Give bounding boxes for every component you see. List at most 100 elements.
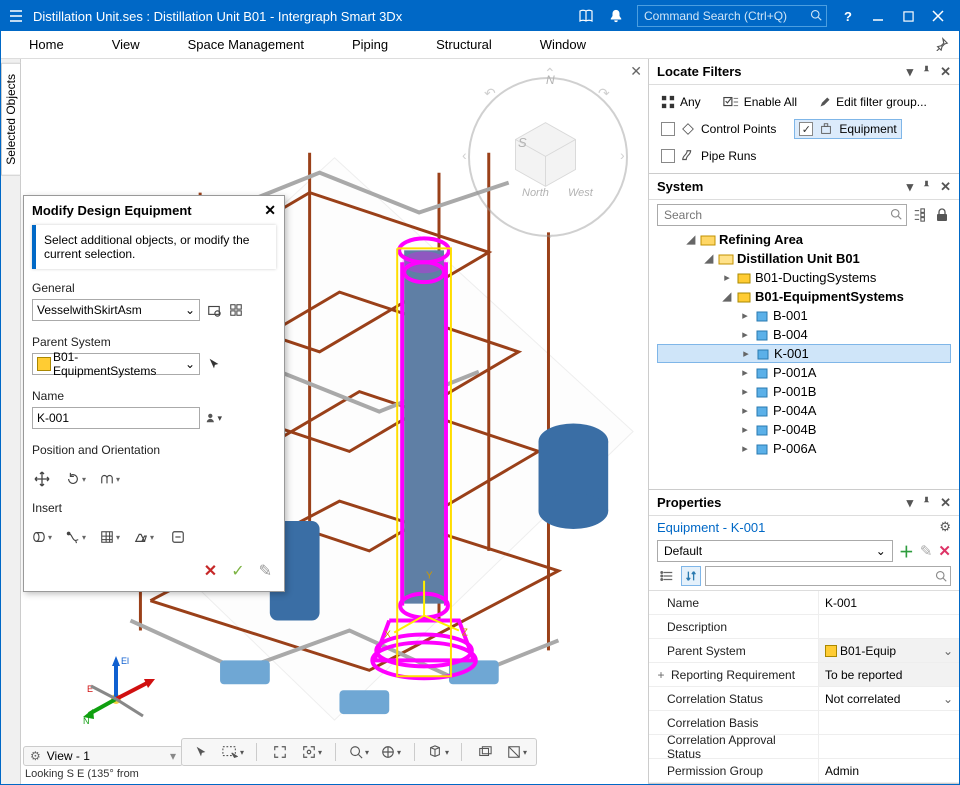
panel-close-icon[interactable]: ✕ <box>940 179 951 195</box>
menu-window[interactable]: Window <box>516 33 610 56</box>
clip-icon[interactable] <box>474 741 496 763</box>
tree-node-distillation-unit[interactable]: ◢Distillation Unit B01 <box>657 249 951 268</box>
system-tree[interactable]: ◢Refining Area ◢Distillation Unit B01 ▸B… <box>657 230 951 485</box>
insert-foundation-icon[interactable]: ▾ <box>134 527 154 547</box>
grid-icon[interactable] <box>228 302 244 318</box>
viewport[interactable]: ✕ <box>21 59 649 784</box>
command-search-input[interactable] <box>644 9 804 23</box>
filter-control-points[interactable]: Control Points <box>657 120 780 138</box>
command-search[interactable] <box>637 5 827 27</box>
parent-system-select[interactable]: B01-EquipmentSystems⌄ <box>32 353 200 375</box>
menu-space-management[interactable]: Space Management <box>164 33 328 56</box>
edit-filter-group-button[interactable]: Edit filter group... <box>815 93 931 111</box>
delete-property-button[interactable]: ✕ <box>938 542 951 560</box>
help-icon[interactable]: ? <box>835 3 861 29</box>
tree-node-equipment-systems[interactable]: ◢B01-EquipmentSystems <box>657 287 951 306</box>
prop-row-correlation-approval[interactable]: Correlation Approval Status <box>649 735 959 759</box>
axis-gizmo: El E N <box>81 654 161 724</box>
select-tool-icon[interactable] <box>190 741 212 763</box>
tree-node-b-004[interactable]: ▸B-004 <box>657 325 951 344</box>
edit-property-button[interactable]: ✎ <box>920 542 933 560</box>
enable-all-button[interactable]: Enable All <box>719 93 801 111</box>
panel-close-icon[interactable]: ✕ <box>940 495 951 511</box>
prop-row-description[interactable]: Description <box>649 615 959 639</box>
tree-node-p-001a[interactable]: ▸P-001A <box>657 363 951 382</box>
panel-menu-icon[interactable]: ▾ <box>907 64 914 80</box>
name-input[interactable] <box>37 411 195 425</box>
system-search-input[interactable] <box>657 204 907 226</box>
panel-pin-icon[interactable] <box>921 495 932 511</box>
menu-home[interactable]: Home <box>11 33 88 56</box>
close-button[interactable] <box>925 3 951 29</box>
browse-assembly-icon[interactable] <box>206 302 222 318</box>
panel-pin-icon[interactable] <box>921 179 932 195</box>
move-icon[interactable] <box>32 469 52 489</box>
panel-pin-icon[interactable] <box>921 64 932 80</box>
panel-menu-icon[interactable]: ▾ <box>907 179 914 195</box>
filter-equipment[interactable]: Equipment <box>794 119 901 139</box>
panel-menu-icon[interactable]: ▾ <box>907 495 914 511</box>
modify-panel-close-icon[interactable]: ✕ <box>264 202 276 219</box>
menu-structural[interactable]: Structural <box>412 33 516 56</box>
book-icon[interactable] <box>573 3 599 29</box>
cancel-button[interactable]: ✕ <box>204 561 217 581</box>
panel-close-icon[interactable]: ✕ <box>940 64 951 80</box>
mate-icon[interactable]: ▾ <box>100 469 120 489</box>
view-selector[interactable]: ⚙ View - 1 ▾ <box>23 746 183 766</box>
edit-continue-button[interactable]: ✎ <box>259 561 272 581</box>
prop-row-correlation-basis[interactable]: Correlation Basis <box>649 711 959 735</box>
app-menu-icon[interactable] <box>7 7 25 25</box>
viewport-close-icon[interactable]: ✕ <box>630 63 642 80</box>
edit-filter-group-label: Edit filter group... <box>836 95 927 109</box>
maximize-button[interactable] <box>895 3 921 29</box>
tree-node-p-004a[interactable]: ▸P-004A <box>657 401 951 420</box>
insert-shape-icon[interactable]: ▾ <box>32 527 52 547</box>
minimize-button[interactable] <box>865 3 891 29</box>
orbit-icon[interactable]: ▾ <box>380 741 402 763</box>
insert-nozzle-icon[interactable]: ▾ <box>66 527 86 547</box>
tab-selected-objects[interactable]: Selected Objects <box>1 63 21 176</box>
zoom-icon[interactable]: ▾ <box>348 741 370 763</box>
pick-parent-icon[interactable] <box>206 356 222 372</box>
fit-icon[interactable] <box>269 741 291 763</box>
tree-node-p-001b[interactable]: ▸P-001B <box>657 382 951 401</box>
properties-filter-input[interactable] <box>705 566 951 586</box>
tree-node-p-004b[interactable]: ▸P-004B <box>657 420 951 439</box>
gear-icon[interactable]: ⚙ <box>30 749 41 763</box>
rotate-icon[interactable]: ▾ <box>66 469 86 489</box>
prop-row-parent-system[interactable]: Parent SystemB01-Equip <box>649 639 959 663</box>
accept-button[interactable]: ✓ <box>231 561 244 581</box>
add-property-button[interactable]: ＋ <box>899 541 914 562</box>
prop-row-permission-group[interactable]: Permission GroupAdmin <box>649 759 959 783</box>
assembly-select[interactable]: VesselwithSkirtAsm⌄ <box>32 299 200 321</box>
name-user-icon[interactable]: ▾ <box>206 410 222 426</box>
insert-table-icon[interactable]: ▾ <box>100 527 120 547</box>
filter-any-button[interactable]: Any <box>657 93 705 111</box>
props-list-icon[interactable] <box>657 566 677 586</box>
fit-target-icon[interactable]: ▾ <box>301 741 323 763</box>
insert-more-icon[interactable] <box>168 527 188 547</box>
display-style-icon[interactable]: ▾ <box>427 741 449 763</box>
filter-pipe-runs[interactable]: Pipe Runs <box>657 147 760 165</box>
tree-filter-icon[interactable] <box>911 206 929 224</box>
tree-node-ducting-systems[interactable]: ▸B01-DuctingSystems <box>657 268 951 287</box>
properties-view-select[interactable]: Default⌄ <box>657 540 893 562</box>
select-box-icon[interactable]: ▾ <box>222 741 244 763</box>
tree-node-b-001[interactable]: ▸B-001 <box>657 306 951 325</box>
tree-node-refining-area[interactable]: ◢Refining Area <box>657 230 951 249</box>
pin-menubar-icon[interactable] <box>935 37 949 54</box>
prop-row-correlation-status[interactable]: Correlation StatusNot correlated <box>649 687 959 711</box>
properties-gear-icon[interactable]: ⚙ <box>939 519 951 535</box>
notifications-icon[interactable] <box>603 3 629 29</box>
tree-lock-icon[interactable] <box>933 206 951 224</box>
view-cube[interactable]: North West S N ⌃ ⌄ ‹ › ↶ ↷ <box>468 77 628 237</box>
menu-piping[interactable]: Piping <box>328 33 412 56</box>
tree-node-k-001[interactable]: ▸K-001 <box>657 344 951 363</box>
view-status: ⚙ View - 1 ▾ Looking S E (135° from <box>23 746 183 780</box>
section-icon[interactable]: ▾ <box>506 741 528 763</box>
prop-row-name[interactable]: NameK-001 <box>649 591 959 615</box>
menu-view[interactable]: View <box>88 33 164 56</box>
tree-node-p-006a[interactable]: ▸P-006A <box>657 439 951 458</box>
props-sort-icon[interactable] <box>681 566 701 586</box>
prop-row-reporting-requirement[interactable]: +Reporting RequirementTo be reported <box>649 663 959 687</box>
